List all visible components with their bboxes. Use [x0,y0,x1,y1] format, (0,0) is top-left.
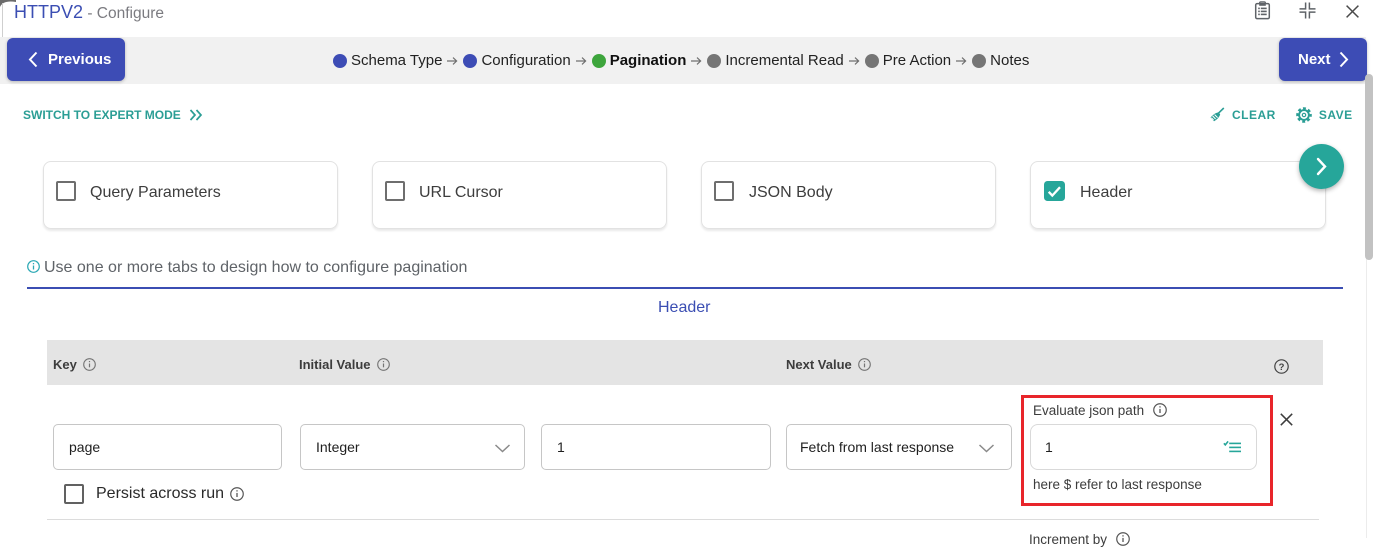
svg-text:?: ? [1279,362,1285,373]
